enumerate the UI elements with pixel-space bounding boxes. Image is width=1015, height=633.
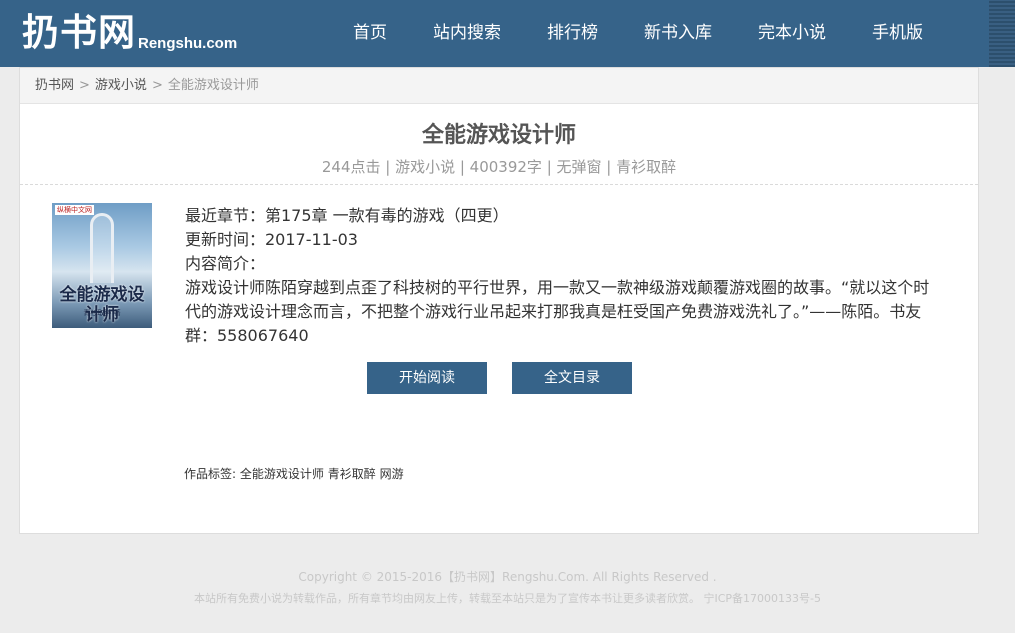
- breadcrumb-separator: >: [79, 78, 90, 93]
- breadcrumb-current: 全能游戏设计师: [167, 78, 259, 93]
- book-info: 最近章节：第175章 一款有毒的游戏（四更） 更新时间：2017-11-03 内…: [185, 204, 945, 348]
- breadcrumb: 扔书网 > 游戏小说 > 全能游戏设计师: [20, 68, 978, 104]
- nav-completed[interactable]: 完本小说: [735, 0, 849, 67]
- header-edge-decoration: [989, 0, 1015, 67]
- breadcrumb-home[interactable]: 扔书网: [35, 78, 74, 93]
- book-cover-image[interactable]: 纵横中文网 全能游戏设计师 青衫取醉 著: [52, 203, 152, 328]
- book-title: 全能游戏设计师: [421, 123, 576, 148]
- nav-new-books[interactable]: 新书入库: [621, 0, 735, 67]
- footer-copyright: Copyright © 2015-2016【扔书网】Rengshu.Com. A…: [298, 570, 717, 584]
- tag-item[interactable]: 青衫取醉: [328, 467, 376, 481]
- logo-text-cn: 扔书网: [22, 11, 136, 54]
- nav-mobile[interactable]: 手机版: [849, 0, 946, 67]
- start-reading-button[interactable]: 开始阅读: [367, 362, 487, 394]
- book-panel: 扔书网 > 游戏小说 > 全能游戏设计师 全能游戏设计师 244点击 | 游戏小说 | …: [19, 67, 979, 534]
- top-header: 扔书网 Rengshu.com 首页 站内搜索 排行榜 新书入库 完本小说 手机版: [0, 0, 1015, 67]
- breadcrumb-separator: >: [151, 78, 163, 93]
- main-nav: 首页 站内搜索 排行榜 新书入库 完本小说 手机版: [330, 0, 946, 67]
- catalog-button[interactable]: 全文目录: [512, 362, 632, 394]
- tags-label: 作品标签:: [184, 467, 237, 481]
- footer: Copyright © 2015-2016【扔书网】Rengshu.Com. A…: [0, 567, 1015, 609]
- nav-search[interactable]: 站内搜索: [410, 0, 524, 67]
- tag-item[interactable]: 网游: [380, 467, 404, 481]
- cover-tower-art: [90, 213, 114, 283]
- latest-chapter[interactable]: 最近章节：第175章 一款有毒的游戏（四更）: [185, 204, 945, 228]
- logo-text-en: Rengshu.com: [138, 35, 238, 52]
- tag-item[interactable]: 全能游戏设计师: [240, 467, 324, 481]
- intro-text: 游戏设计师陈陌穿越到点歪了科技树的平行世界，用一款又一款神级游戏颠覆游戏圈的故事…: [185, 278, 930, 345]
- book-tags: 作品标签: 全能游戏设计师 青衫取醉 网游: [184, 465, 404, 482]
- update-time: 更新时间：2017-11-03: [185, 230, 358, 249]
- nav-ranking[interactable]: 排行榜: [524, 0, 621, 67]
- cover-publisher-badge: 纵横中文网: [55, 205, 94, 215]
- footer-notice: 本站所有免费小说为转载作品，所有章节均由网友上传，转载至本站只是为了宣传本书让更…: [193, 592, 821, 605]
- action-buttons: 开始阅读 全文目录: [367, 362, 657, 394]
- breadcrumb-category[interactable]: 游戏小说: [95, 78, 147, 93]
- cover-author: 青衫取醉 著: [83, 309, 121, 317]
- site-logo[interactable]: 扔书网 Rengshu.com: [22, 8, 237, 58]
- nav-home[interactable]: 首页: [330, 0, 410, 67]
- intro-label: 内容简介：: [185, 254, 266, 273]
- cover-title: 全能游戏设计师: [59, 285, 145, 325]
- book-meta: 244点击 | 游戏小说 | 400392字 | 无弹窗 | 青衫取醉: [20, 155, 978, 185]
